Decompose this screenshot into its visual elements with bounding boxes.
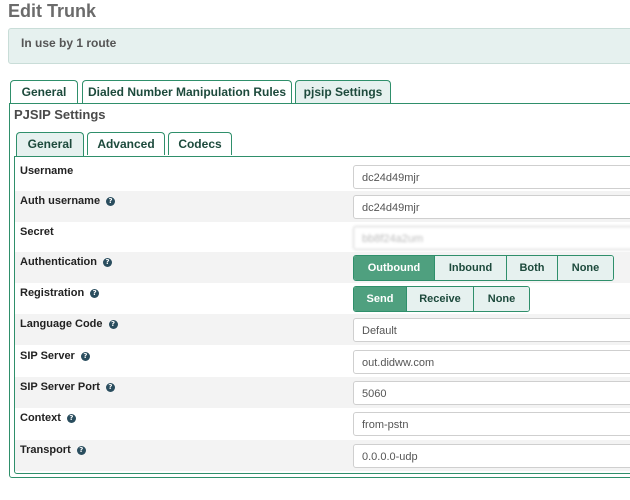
general-settings-panel: Username dc24d49mjr Auth username ? dc24… [14,156,630,474]
language-code-row: Language Code ? Default [15,314,630,345]
transport-row: Transport ? 0.0.0.0-udp [15,440,630,471]
pjsip-settings-panel: PJSIP Settings General Advanced Codecs U… [9,103,630,478]
auth-username-label: Auth username ? [20,195,116,207]
help-icon[interactable]: ? [66,413,76,423]
authentication-both-button[interactable]: Both [506,256,557,280]
authentication-inbound-button[interactable]: Inbound [434,256,506,280]
edit-trunk-page: Edit Trunk In use by 1 route General Dia… [0,0,630,500]
username-input[interactable]: dc24d49mjr [353,165,630,189]
registration-toggle-group: Send Receive None [353,286,530,312]
info-box: In use by 1 route [8,28,630,64]
inner-tab-advanced[interactable]: Advanced [87,132,165,155]
help-icon[interactable]: ? [108,319,118,329]
sip-server-input[interactable]: out.didww.com [353,350,630,374]
tab-pjsip-settings[interactable]: pjsip Settings [295,80,391,105]
help-icon[interactable]: ? [80,351,90,361]
help-icon[interactable]: ? [106,196,116,206]
sip-server-row: SIP Server ? out.didww.com [15,346,630,377]
inner-tab-codecs[interactable]: Codecs [168,132,232,155]
page-title: Edit Trunk [8,1,97,21]
authentication-none-button[interactable]: None [557,256,613,280]
secret-input[interactable]: bb8f24a2um [353,226,630,250]
authentication-toggle-group: Outbound Inbound Both None [353,255,614,281]
secret-row: Secret bb8f24a2um [15,222,630,253]
secret-label: Secret [20,226,54,238]
sip-server-port-row: SIP Server Port ? 5060 [15,377,630,408]
help-icon[interactable]: ? [105,382,115,392]
context-label: Context ? [20,412,76,424]
auth-username-input[interactable]: dc24d49mjr [353,195,630,219]
language-code-label: Language Code ? [20,318,118,330]
tab-dialed-number-manipulation-rules[interactable]: Dialed Number Manipulation Rules [82,80,292,103]
context-row: Context ? from-pstn [15,408,630,439]
authentication-label: Authentication ? [20,256,112,268]
registration-row: Registration ? Send Receive None [15,283,630,314]
tab-general[interactable]: General [10,80,78,103]
sip-server-port-input[interactable]: 5060 [353,381,630,405]
registration-label: Registration ? [20,287,100,299]
transport-label: Transport ? [20,444,86,456]
registration-send-button[interactable]: Send [354,287,406,311]
authentication-row: Authentication ? Outbound Inbound Both N… [15,252,630,283]
usage-info-text: In use by 1 route [21,36,117,50]
help-icon[interactable]: ? [90,288,100,298]
language-code-select[interactable]: Default [353,318,630,342]
username-label: Username [20,165,74,177]
registration-none-button[interactable]: None [473,287,529,311]
username-row: Username dc24d49mjr [15,161,630,192]
registration-receive-button[interactable]: Receive [406,287,473,311]
auth-username-row: Auth username ? dc24d49mjr [15,191,630,222]
transport-select[interactable]: 0.0.0.0-udp [353,444,630,468]
help-icon[interactable]: ? [103,257,112,267]
inner-tab-general[interactable]: General [16,132,84,157]
authentication-outbound-button[interactable]: Outbound [354,256,434,280]
help-icon[interactable]: ? [76,445,86,455]
sip-server-label: SIP Server ? [20,350,90,362]
context-input[interactable]: from-pstn [353,412,630,436]
section-title: PJSIP Settings [14,107,106,122]
sip-server-port-label: SIP Server Port ? [20,381,115,393]
